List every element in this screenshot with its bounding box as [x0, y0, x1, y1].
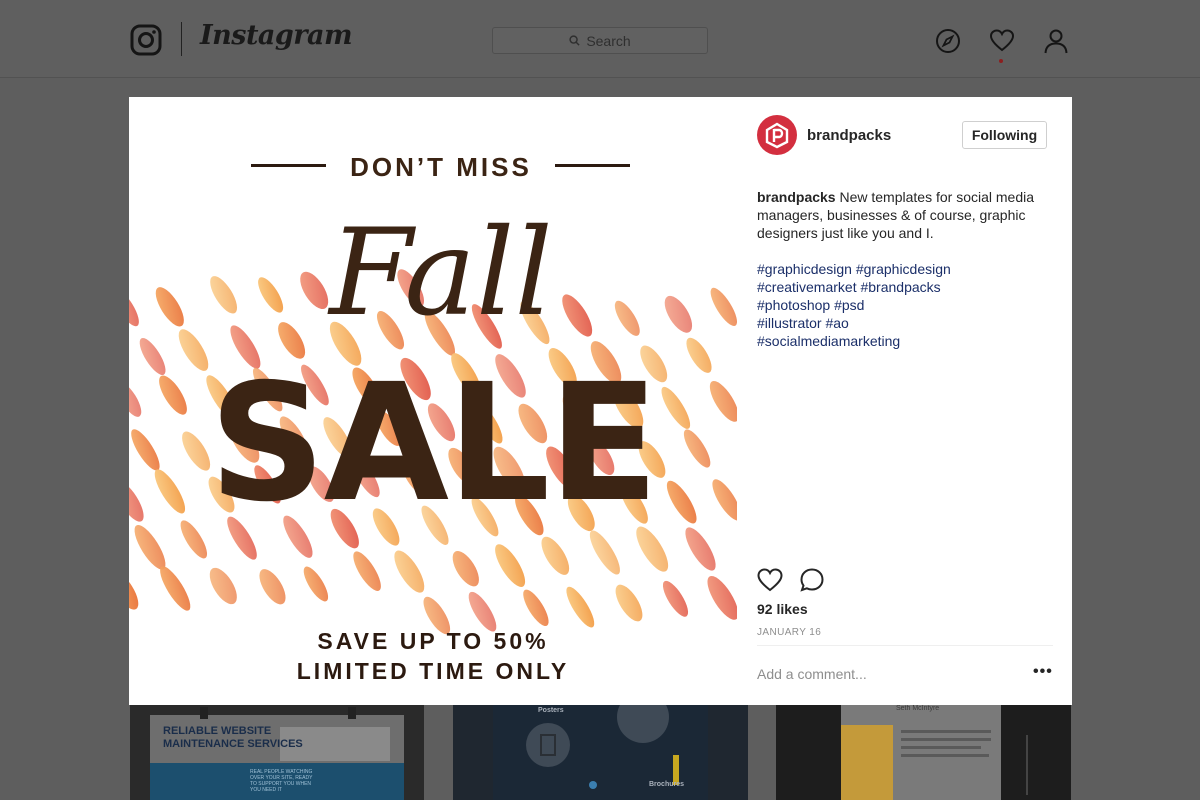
hashtag-list: #graphicdesign #graphicdesign #creativem… — [757, 260, 1057, 350]
notification-dot — [999, 59, 1003, 63]
leaf-stroke — [541, 536, 570, 575]
leaf-stroke — [259, 569, 286, 605]
like-count[interactable]: 92 likes — [757, 601, 808, 617]
leaf-stroke — [209, 567, 237, 605]
instagram-camera-icon[interactable] — [130, 24, 162, 56]
image-offer-line: SAVE UP TO 50% — [317, 628, 549, 654]
post-date[interactable]: JANUARY 16 — [757, 627, 821, 638]
search-box[interactable]: Search — [492, 27, 708, 54]
comment-bubble-icon[interactable] — [799, 567, 825, 593]
like-heart-icon[interactable] — [757, 567, 783, 593]
profile-icon[interactable] — [1043, 28, 1069, 54]
hashtag-line[interactable]: #photoshop #psd — [757, 296, 1057, 314]
tile-small-text: REAL PEOPLE WATCHING OVER YOUR SITE, REA… — [250, 769, 313, 793]
leaf-stroke — [685, 527, 716, 571]
leaf-stroke — [523, 589, 549, 627]
activity-heart-icon[interactable] — [989, 28, 1015, 54]
more-options-icon[interactable]: ••• — [1033, 663, 1053, 681]
post-caption: brandpacks New templates for social medi… — [757, 188, 1057, 350]
hashtag-line[interactable]: #creativemarket #brandpacks — [757, 278, 1057, 296]
post-sidebar: brandpacks Following brandpacks New temp… — [737, 97, 1072, 705]
brandpacks-logo-icon — [765, 122, 789, 149]
leaf-stroke — [353, 551, 381, 591]
image-headline: SALE — [209, 350, 659, 538]
image-offer-line: LIMITED TIME ONLY — [296, 658, 570, 684]
tile-label: Brochures — [649, 781, 685, 788]
grid-post-tile[interactable]: Posters Brochures — [453, 705, 748, 800]
leaf-stroke — [707, 575, 737, 620]
add-comment-input[interactable] — [757, 663, 1017, 685]
tile-label: Seth McIntyre — [896, 705, 940, 712]
tile-label: Posters — [538, 707, 564, 714]
author-username[interactable]: brandpacks — [807, 127, 891, 144]
post-image[interactable]: DON’T MISS Fall SALE SAVE UP TO 50% LIMI… — [129, 97, 737, 705]
search-placeholder: Search — [586, 32, 631, 49]
explore-compass-icon[interactable] — [935, 28, 961, 54]
leaf-stroke — [615, 584, 643, 622]
leaf-stroke — [566, 586, 595, 628]
following-button[interactable]: Following — [962, 121, 1047, 149]
post-modal: DON’T MISS Fall SALE SAVE UP TO 50% LIMI… — [129, 97, 1072, 705]
leaf-stroke — [662, 580, 689, 617]
top-navigation-bar: Instagram Search — [0, 0, 1200, 78]
leaf-stroke — [303, 566, 329, 602]
tile-heading: RELIABLE WEBSITE MAINTENANCE SERVICES — [163, 725, 303, 750]
image-kicker-text: DON’T MISS — [350, 152, 532, 182]
leaf-stroke — [129, 572, 139, 610]
search-icon — [569, 35, 580, 46]
grid-post-tile[interactable]: RELIABLE WEBSITE MAINTENANCE SERVICES RE… — [130, 705, 424, 800]
hashtag-line[interactable]: #socialmediamarketing — [757, 332, 1057, 350]
leaf-stroke — [394, 550, 425, 593]
instagram-wordmark[interactable]: Instagram — [200, 20, 353, 51]
caption-username[interactable]: brandpacks — [757, 189, 836, 205]
logo-divider — [181, 22, 182, 56]
author-avatar[interactable] — [757, 115, 797, 155]
leaf-stroke — [160, 566, 191, 611]
hashtag-line[interactable]: #graphicdesign #graphicdesign — [757, 260, 1057, 278]
comment-divider — [757, 645, 1053, 646]
image-script-word: Fall — [329, 204, 553, 343]
leaf-stroke — [452, 550, 479, 587]
leaf-stroke — [495, 544, 526, 587]
hashtag-line[interactable]: #illustrator #ao — [757, 314, 1057, 332]
grid-post-tile[interactable]: Seth McIntyre — [776, 705, 1071, 800]
